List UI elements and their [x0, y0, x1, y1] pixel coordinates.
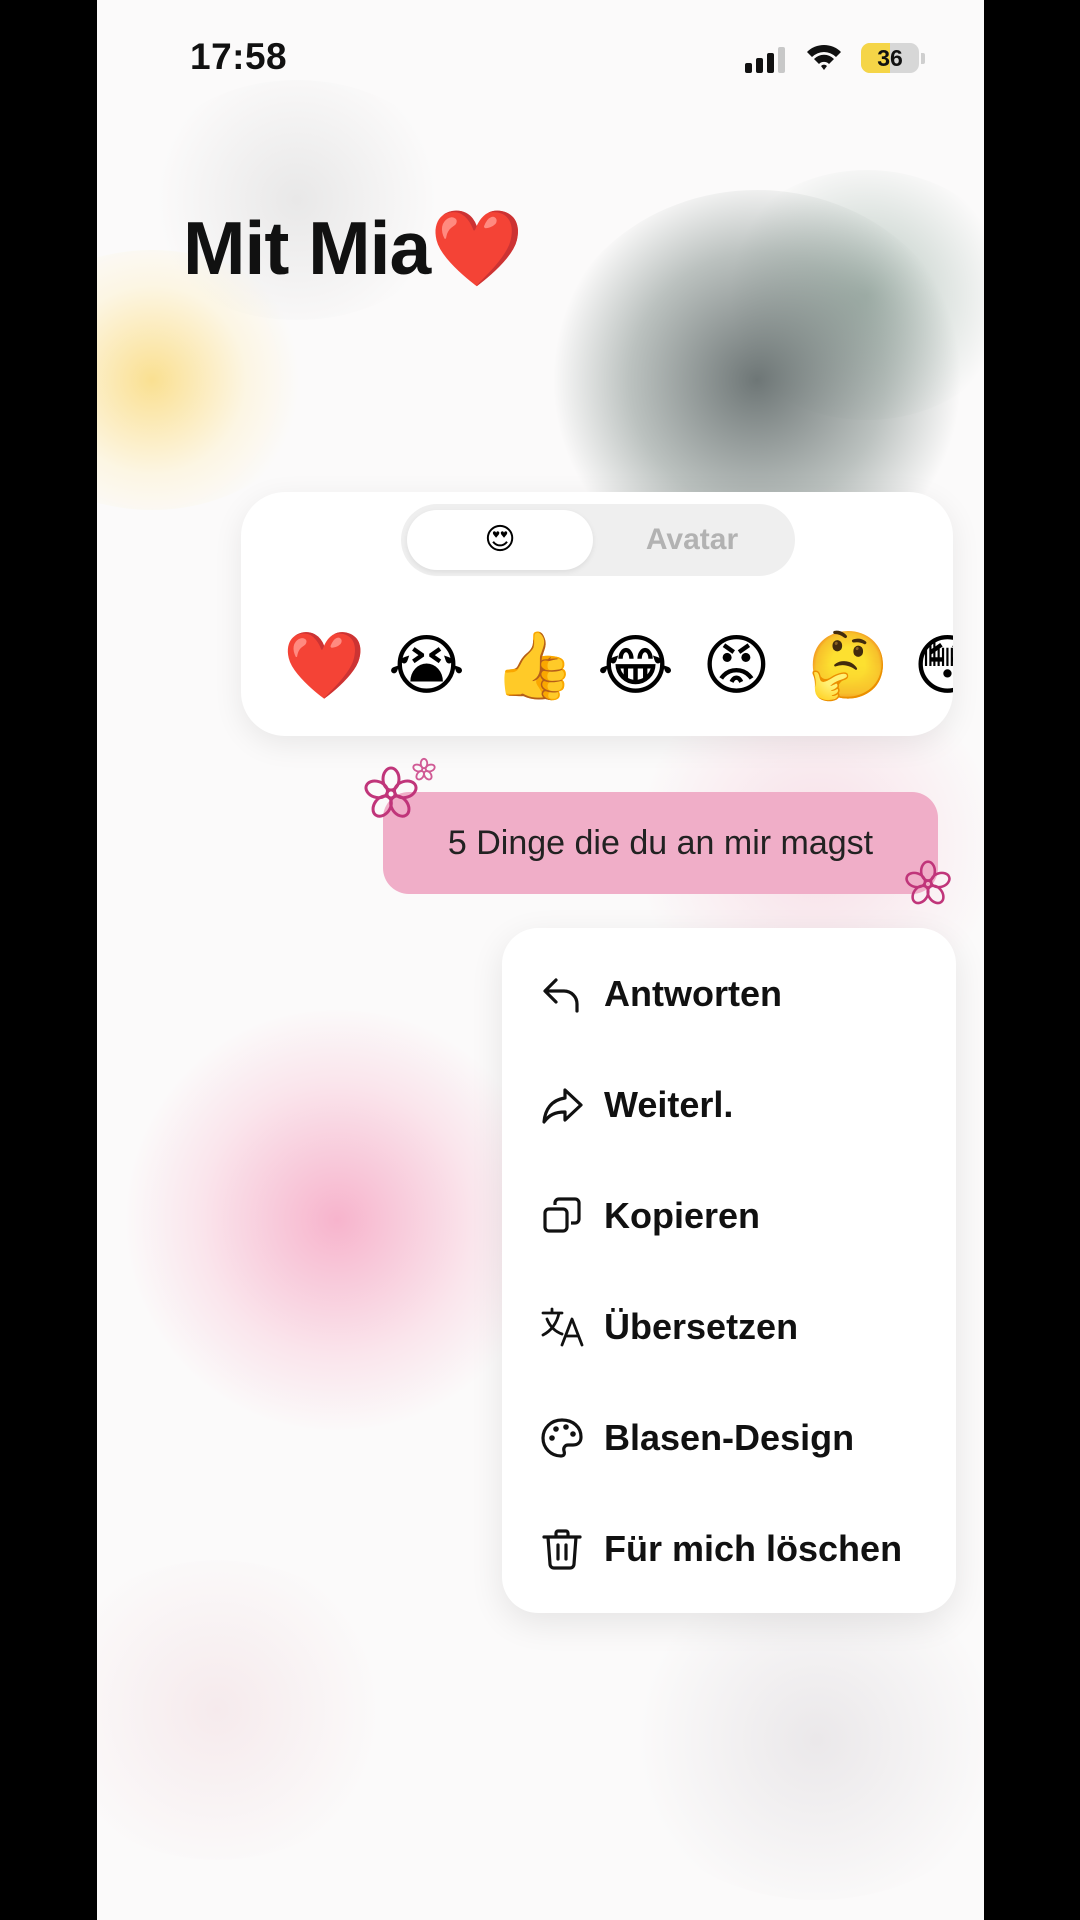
background-blur-bottom [617, 1580, 984, 1900]
message-bubble[interactable]: 5 Dinge die du an mir magst [383, 792, 938, 894]
chat-title: Mit Mia❤️ [183, 206, 524, 290]
background-blur-pink [117, 1010, 557, 1430]
message-context-menu: Antworten Weiterl. Kopieren Übersetzen B… [502, 928, 956, 1613]
reaction-thumbs-up[interactable]: 👍 [493, 620, 575, 710]
battery-icon: 36 [861, 43, 919, 73]
menu-label-delete-for-me: Für mich löschen [604, 1528, 903, 1569]
trash-icon [542, 1529, 582, 1570]
menu-label-forward: Weiterl. [604, 1084, 734, 1125]
tab-avatar[interactable]: Avatar [593, 510, 791, 570]
menu-item-delete-for-me[interactable]: Für mich löschen [502, 1493, 956, 1604]
cellular-signal-icon [745, 47, 789, 73]
tab-emoji[interactable]: 😍 [407, 510, 593, 570]
reaction-type-switch: 😍 Avatar [401, 504, 795, 576]
translate-icon [541, 1307, 584, 1347]
menu-item-reply[interactable]: Antworten [502, 938, 956, 1049]
reaction-panel: 😍 Avatar ❤️ 😭 👍 😂 😡 🤔 😳 [241, 492, 953, 736]
reaction-heart[interactable]: ❤️ [283, 620, 365, 710]
copy-icon [543, 1197, 581, 1233]
menu-label-copy: Kopieren [604, 1195, 761, 1236]
menu-item-forward[interactable]: Weiterl. [502, 1049, 956, 1160]
menu-item-translate[interactable]: Übersetzen [502, 1271, 956, 1382]
reaction-crying[interactable]: 😭 [388, 620, 465, 710]
reaction-angry[interactable]: 😡 [702, 620, 771, 710]
emoji-reaction-row: ❤️ 😭 👍 😂 😡 🤔 😳 [241, 620, 953, 710]
flower-decoration-icon-right [905, 860, 951, 905]
screen: 17:58 36 Mit Mia❤️ 😍 Avatar ❤️ 😭 👍 😂 😡 🤔… [97, 0, 984, 1920]
battery-tip [921, 53, 925, 64]
background-blur-bottom-left [97, 1560, 397, 1860]
menu-label-translate: Übersetzen [604, 1306, 799, 1347]
reply-icon [543, 978, 579, 1013]
wifi-icon [807, 44, 841, 70]
menu-item-bubble-design[interactable]: Blasen-Design [502, 1382, 956, 1493]
palette-icon [541, 1418, 583, 1458]
small-flower-decoration-icon [412, 757, 436, 781]
reaction-flushed[interactable]: 😳 [913, 620, 953, 710]
menu-label-bubble-design: Blasen-Design [604, 1417, 855, 1458]
status-time: 17:58 [190, 36, 288, 77]
reaction-thinking[interactable]: 🤔 [807, 620, 889, 710]
menu-label-reply: Antworten [604, 973, 782, 1014]
forward-icon [542, 1088, 583, 1124]
menu-item-copy[interactable]: Kopieren [502, 1160, 956, 1271]
battery-level-text: 36 [877, 45, 903, 71]
reaction-laughing[interactable]: 😂 [597, 620, 674, 710]
